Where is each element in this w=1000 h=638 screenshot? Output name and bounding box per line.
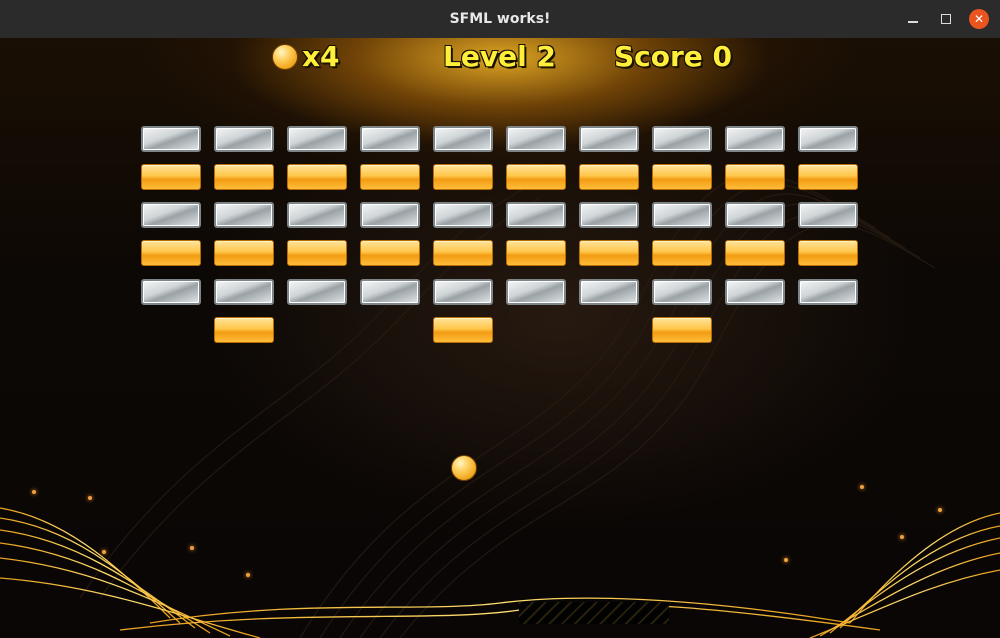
spark	[102, 550, 106, 554]
gold-brick	[433, 317, 493, 343]
gold-brick	[214, 240, 274, 266]
maximize-icon	[941, 14, 951, 24]
silver-brick	[287, 279, 347, 305]
gold-brick	[214, 317, 274, 343]
gold-brick	[798, 240, 858, 266]
silver-brick	[652, 279, 712, 305]
lives-label: x4	[302, 40, 340, 73]
spark	[88, 496, 92, 500]
gold-brick	[652, 317, 712, 343]
spark	[32, 490, 36, 494]
gold-brick	[287, 164, 347, 190]
silver-brick	[433, 126, 493, 152]
silver-brick	[141, 279, 201, 305]
silver-brick	[214, 202, 274, 228]
silver-brick	[798, 126, 858, 152]
window-titlebar: SFML works! ✕	[0, 0, 1000, 39]
close-button[interactable]: ✕	[969, 9, 989, 29]
gold-brick	[214, 164, 274, 190]
silver-brick	[652, 126, 712, 152]
silver-brick	[798, 202, 858, 228]
score-label: Score 0	[614, 40, 733, 73]
silver-brick	[360, 202, 420, 228]
silver-brick	[579, 126, 639, 152]
gold-brick	[506, 240, 566, 266]
spark	[860, 485, 864, 489]
spark	[246, 573, 250, 577]
gold-brick	[652, 164, 712, 190]
gold-brick	[579, 240, 639, 266]
silver-brick	[360, 126, 420, 152]
ball	[451, 455, 477, 481]
lives-counter: x4	[272, 40, 340, 73]
gold-brick	[725, 240, 785, 266]
silver-brick	[287, 202, 347, 228]
silver-brick	[141, 126, 201, 152]
silver-brick	[579, 202, 639, 228]
maximize-button[interactable]	[936, 9, 956, 29]
silver-brick	[214, 279, 274, 305]
gold-brick	[433, 240, 493, 266]
silver-brick	[287, 126, 347, 152]
silver-brick	[725, 202, 785, 228]
close-icon: ✕	[973, 12, 985, 26]
silver-brick	[214, 126, 274, 152]
spark	[900, 535, 904, 539]
gold-brick	[433, 164, 493, 190]
gold-brick	[360, 240, 420, 266]
window-title: SFML works!	[449, 11, 551, 27]
gold-brick	[725, 164, 785, 190]
gold-brick	[141, 164, 201, 190]
silver-brick	[652, 202, 712, 228]
silver-brick	[433, 202, 493, 228]
silver-brick	[433, 279, 493, 305]
gold-brick	[506, 164, 566, 190]
silver-brick	[506, 126, 566, 152]
level-label: Level 2	[443, 40, 556, 73]
silver-brick	[141, 202, 201, 228]
paddle[interactable]	[519, 602, 669, 624]
minimize-button[interactable]	[903, 9, 923, 29]
spark	[190, 546, 194, 550]
silver-brick	[506, 279, 566, 305]
spark	[938, 508, 942, 512]
gold-brick	[287, 240, 347, 266]
gold-brick	[141, 240, 201, 266]
gold-brick	[798, 164, 858, 190]
gold-brick	[652, 240, 712, 266]
silver-brick	[725, 126, 785, 152]
silver-brick	[506, 202, 566, 228]
silver-brick	[798, 279, 858, 305]
minimize-icon	[908, 21, 918, 23]
silver-brick	[725, 279, 785, 305]
silver-brick	[360, 279, 420, 305]
game-canvas[interactable]: x4 Level 2 Score 0	[0, 38, 1000, 638]
silver-brick	[579, 279, 639, 305]
gold-brick	[360, 164, 420, 190]
ball-icon	[272, 43, 298, 70]
gold-brick	[579, 164, 639, 190]
spark	[784, 558, 788, 562]
